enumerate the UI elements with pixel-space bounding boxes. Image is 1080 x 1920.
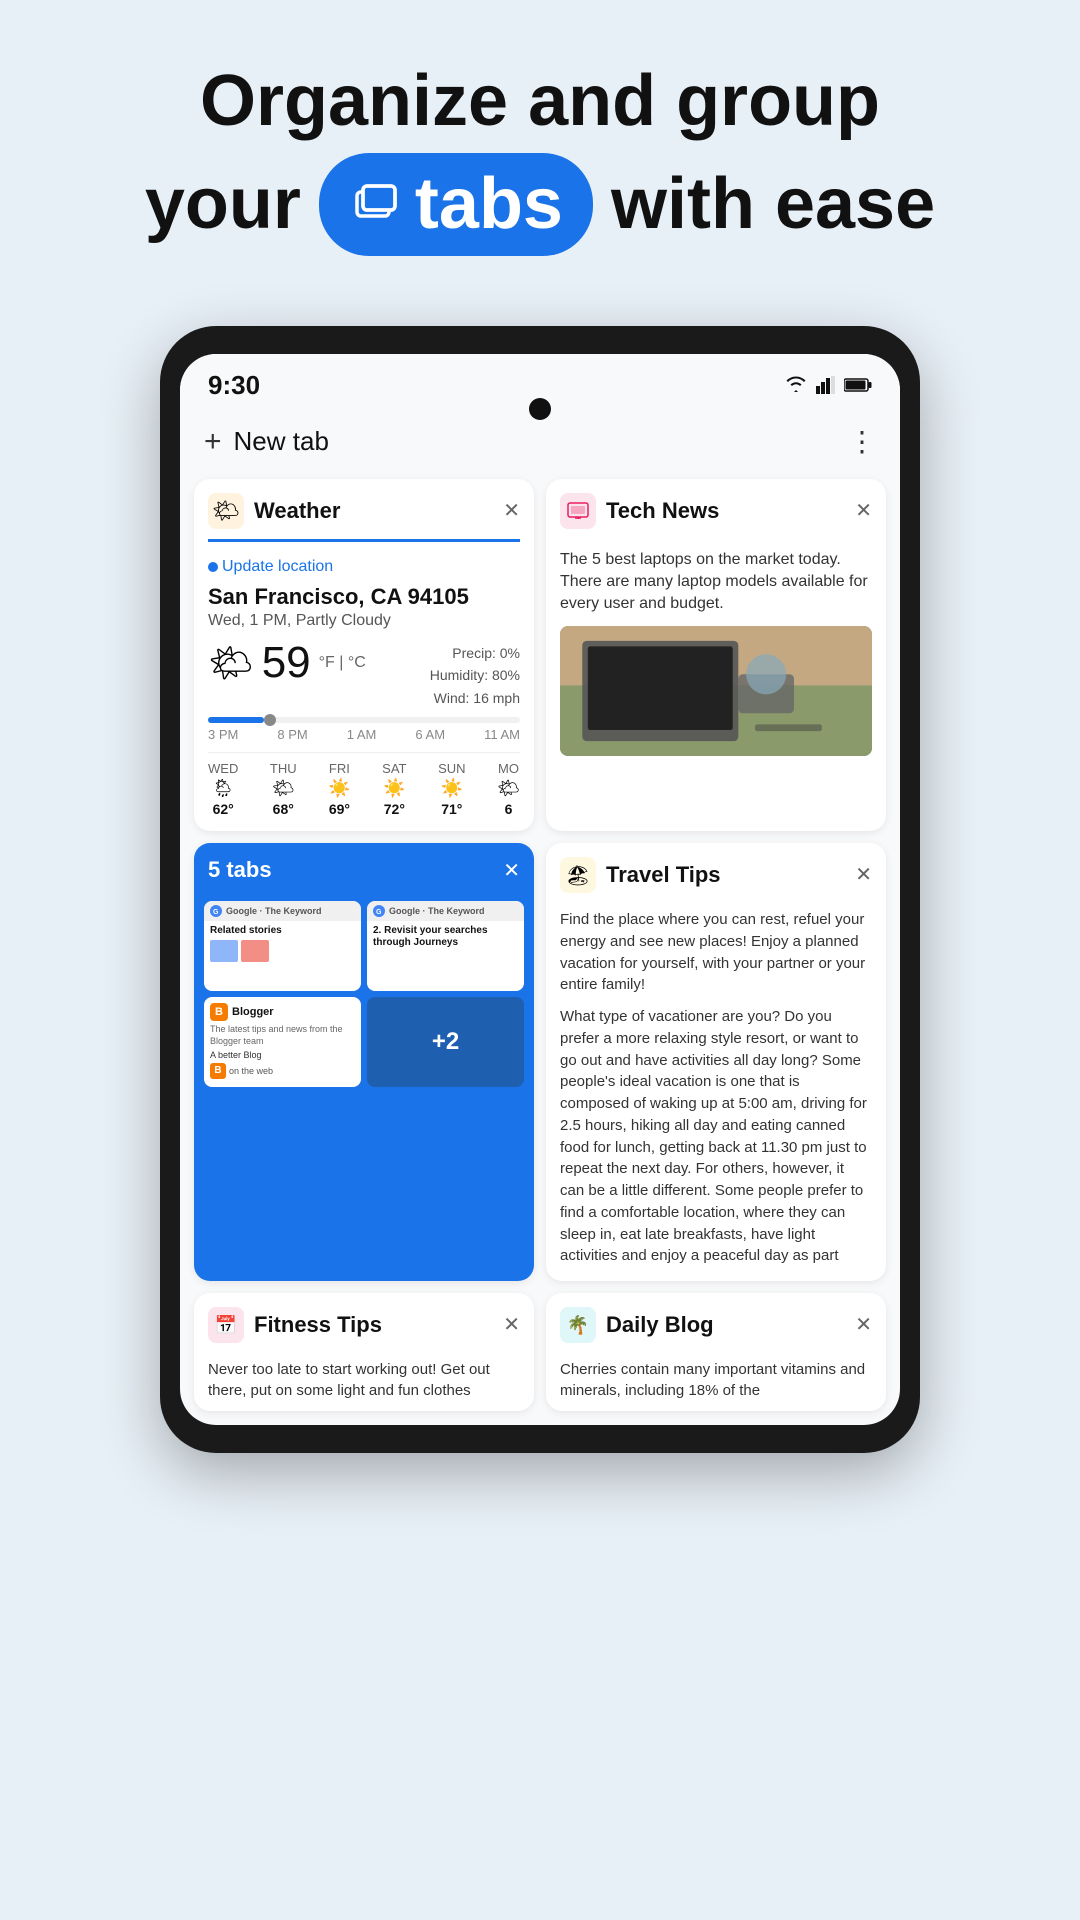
plus-icon: + — [204, 425, 222, 459]
tabs-badge-text: tabs — [415, 163, 563, 246]
update-location-text: Update location — [222, 558, 333, 576]
blogger-name: Blogger — [232, 1006, 274, 1018]
weather-emoji: 🌤 — [208, 642, 254, 684]
daily-blog-text: Cherries contain many important vitamins… — [560, 1361, 865, 1399]
wifi-icon — [784, 376, 808, 394]
travel-tips-header: 🏖 Travel Tips ✕ — [546, 843, 886, 903]
camera-dot — [529, 398, 551, 420]
mini-tab-2[interactable]: G Google · The Keyword 2. Revisit your s… — [367, 901, 524, 991]
mini-tab-blogger[interactable]: B Blogger The latest tips and news from … — [204, 997, 361, 1087]
location-dot — [208, 562, 218, 572]
hero-line2-end: with ease — [611, 163, 935, 246]
tech-news-content: The 5 best laptops on the market today. … — [546, 539, 886, 766]
hero-title-line2: your tabs with ease — [60, 153, 1020, 256]
tech-news-icon — [560, 493, 596, 529]
weather-card[interactable]: 🌤 Weather ✕ Update location San Francisc… — [194, 479, 534, 832]
tech-news-close-button[interactable]: ✕ — [855, 501, 872, 521]
weather-border — [208, 539, 520, 542]
forecast-sun: SUN ☀️ 71° — [438, 761, 465, 817]
tech-news-card[interactable]: Tech News ✕ The 5 best laptops on the ma… — [546, 479, 886, 832]
fitness-tips-icon: 📅 — [208, 1307, 244, 1343]
status-icons — [784, 376, 872, 394]
daily-blog-card[interactable]: 🌴 Daily Blog ✕ Cherries contain many imp… — [546, 1293, 886, 1411]
tech-news-text: The 5 best laptops on the market today. … — [560, 549, 872, 616]
fitness-tips-text: Never too late to start working out! Get… — [208, 1361, 490, 1399]
forecast-sat: SAT ☀️ 72° — [382, 761, 406, 817]
hero-title-line1: Organize and group — [60, 60, 1020, 143]
daily-blog-close-button[interactable]: ✕ — [855, 1315, 872, 1335]
travel-tips-para1: Find the place where you can rest, refue… — [560, 909, 872, 996]
phone-screen: 9:30 — [180, 354, 900, 1426]
new-tab-label: New tab — [234, 426, 329, 457]
wind: Wind: 16 mph — [430, 687, 520, 709]
precip: Precip: 0% — [430, 642, 520, 664]
phone-frame: 9:30 — [160, 326, 920, 1454]
travel-tips-close-button[interactable]: ✕ — [855, 865, 872, 885]
fitness-tips-content: Never too late to start working out! Get… — [194, 1353, 534, 1411]
blogger-logo: B — [210, 1003, 228, 1021]
fitness-tips-card[interactable]: 📅 Fitness Tips ✕ Never too late to start… — [194, 1293, 534, 1411]
mini-tabs-grid: G Google · The Keyword Related stories — [204, 901, 524, 1087]
fitness-close-button[interactable]: ✕ — [503, 1315, 520, 1335]
forecast-wed: WED 🌦 62° — [208, 761, 238, 817]
weather-condition: Wed, 1 PM, Partly Cloudy — [208, 612, 520, 630]
plus-more[interactable]: +2 — [367, 997, 524, 1087]
tech-news-image — [560, 626, 872, 756]
mini-tab-1[interactable]: G Google · The Keyword Related stories — [204, 901, 361, 991]
travel-tips-card[interactable]: 🏖 Travel Tips ✕ Find the place where you… — [546, 843, 886, 1281]
travel-tips-icon: 🏖 — [560, 857, 596, 893]
travel-tips-content: Find the place where you can rest, refue… — [546, 903, 886, 1281]
fitness-tips-header: 📅 Fitness Tips ✕ — [194, 1293, 534, 1353]
tech-news-title: Tech News — [606, 498, 719, 524]
hero-section: Organize and group your tabs with ease — [0, 0, 1080, 296]
forecast-mon: MO 🌤 6 — [497, 761, 520, 817]
weather-close-button[interactable]: ✕ — [503, 501, 520, 521]
tabs-badge: tabs — [319, 153, 593, 256]
hero-line2-start: your — [145, 163, 301, 246]
weather-details: Precip: 0% Humidity: 80% Wind: 16 mph — [430, 638, 520, 709]
weather-card-title: Weather — [254, 498, 340, 524]
weather-timeline — [208, 717, 520, 723]
weather-location: San Francisco, CA 94105 — [208, 584, 520, 610]
blogger-text: The latest tips and news from the Blogge… — [210, 1024, 355, 1047]
tabs-icon — [349, 178, 401, 230]
tabs-group-header: 5 tabs ✕ — [194, 843, 534, 893]
new-tab-button[interactable]: + New tab — [204, 425, 329, 459]
status-bar: 9:30 — [180, 354, 900, 409]
travel-tips-para2: What type of vacationer are you? Do you … — [560, 1006, 872, 1267]
weather-forecast: WED 🌦 62° THU 🌤 68° FRI ☀️ 69° — [208, 752, 520, 817]
tech-news-header: Tech News ✕ — [546, 479, 886, 539]
battery-icon — [844, 377, 872, 393]
tabs-grid: 🌤 Weather ✕ Update location San Francisc… — [180, 479, 900, 1426]
fitness-tips-title: Fitness Tips — [254, 1312, 382, 1338]
update-location[interactable]: Update location — [208, 558, 520, 576]
weather-card-header: 🌤 Weather ✕ — [194, 479, 534, 539]
menu-icon[interactable]: ⋮ — [848, 425, 876, 458]
forecast-thu: THU 🌤 68° — [270, 761, 297, 817]
weather-temp-row: 🌤 59 °F | °C Precip: 0% Humidity: 80% Wi… — [208, 638, 520, 709]
tabs-group-content: G Google · The Keyword Related stories — [194, 893, 534, 1097]
tabs-group-close-button[interactable]: ✕ — [503, 858, 520, 883]
daily-blog-title: Daily Blog — [606, 1312, 714, 1338]
weather-content: Update location San Francisco, CA 94105 … — [194, 548, 534, 832]
temp-unit: °F | °C — [319, 654, 366, 672]
humidity: Humidity: 80% — [430, 664, 520, 686]
temperature: 59 — [262, 638, 311, 688]
svg-text:G: G — [213, 909, 219, 916]
signal-icon — [816, 376, 836, 394]
travel-tips-title: Travel Tips — [606, 862, 721, 888]
weather-icon: 🌤 — [208, 493, 244, 529]
svg-text:G: G — [376, 909, 382, 916]
forecast-fri: FRI ☀️ 69° — [328, 761, 350, 817]
tabs-group-card[interactable]: 5 tabs ✕ G Google · The Keyword Related … — [194, 843, 534, 1281]
daily-blog-header: 🌴 Daily Blog ✕ — [546, 1293, 886, 1353]
weather-times: 3 PM 8 PM 1 AM 6 AM 11 AM — [208, 727, 520, 742]
daily-blog-icon: 🌴 — [560, 1307, 596, 1343]
status-time: 9:30 — [208, 370, 260, 401]
tabs-group-title: 5 tabs — [208, 857, 272, 883]
daily-blog-content: Cherries contain many important vitamins… — [546, 1353, 886, 1411]
